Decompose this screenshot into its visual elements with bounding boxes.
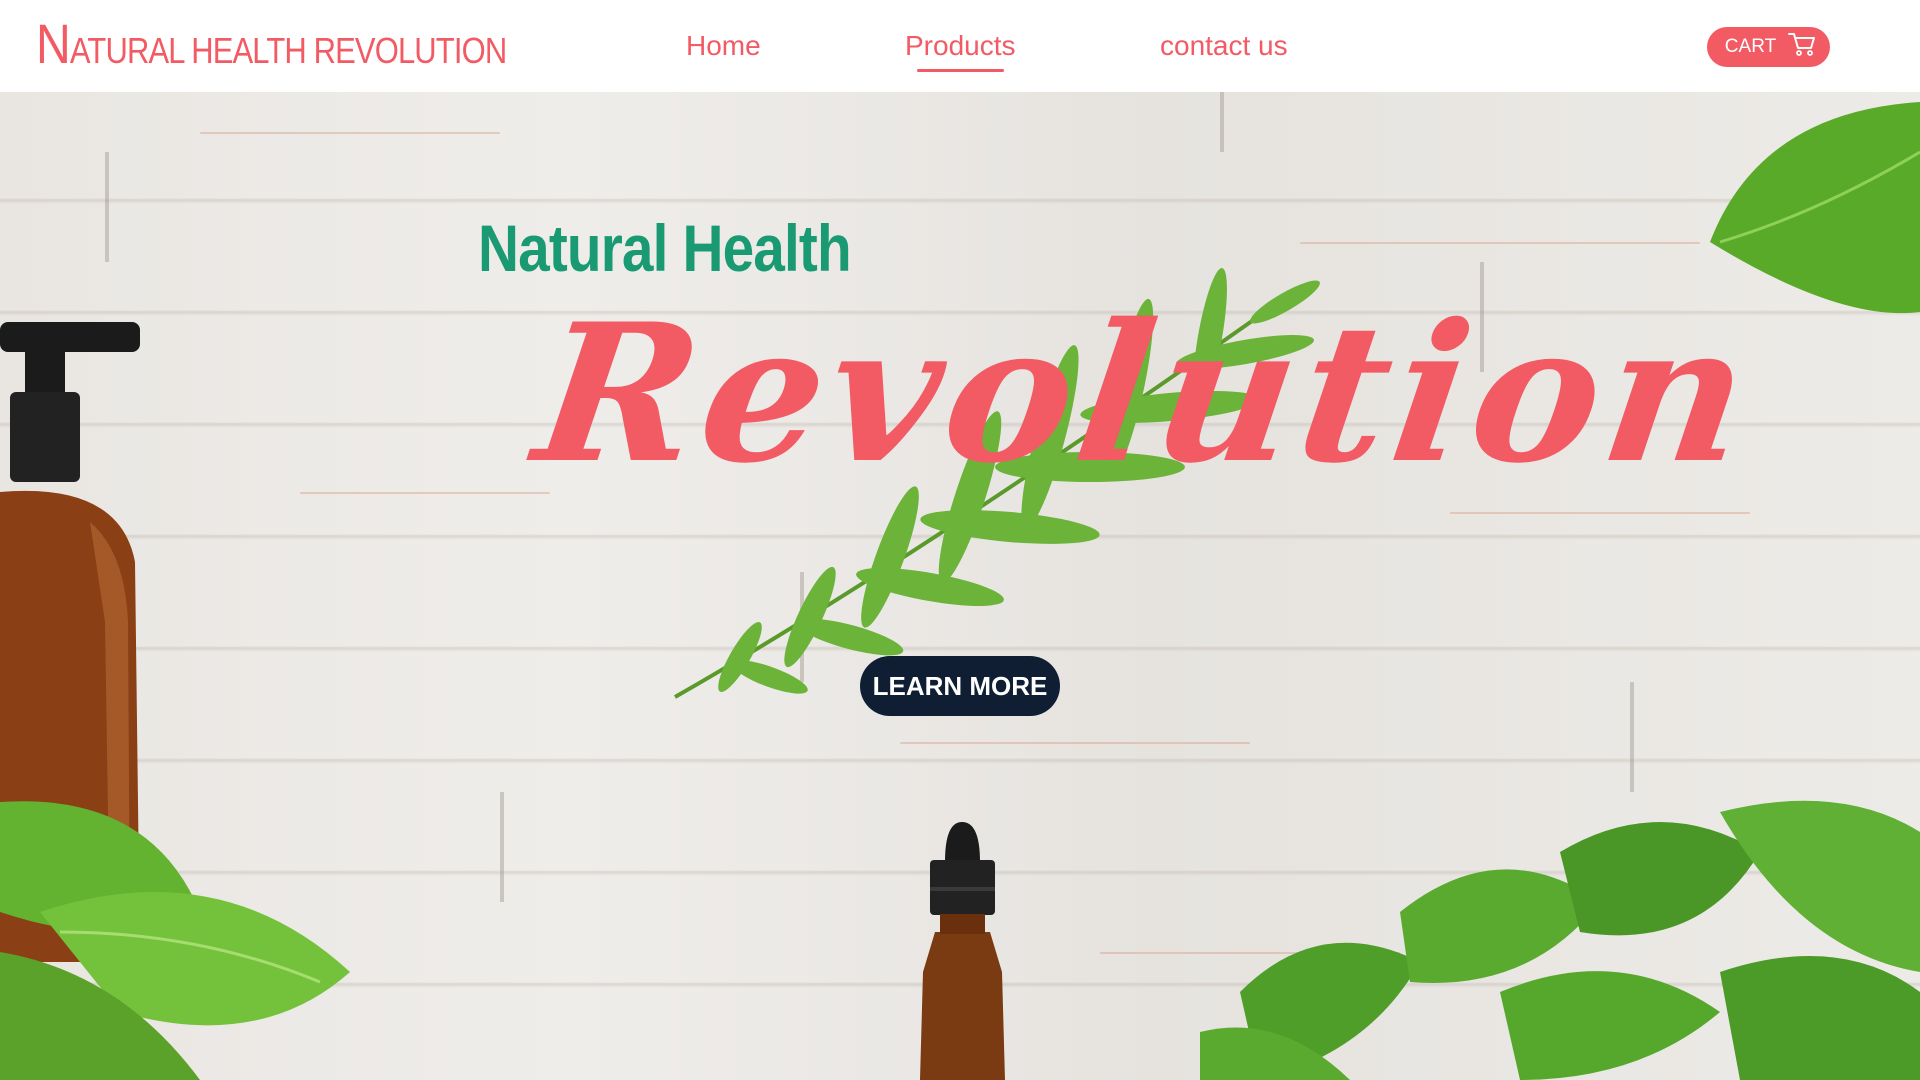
- logo-text: ATURAL HEALTH REVOLUTION: [69, 30, 507, 71]
- nav-home-link[interactable]: Home: [686, 24, 761, 74]
- logo-initial: N: [36, 12, 71, 75]
- nav-contact-link[interactable]: contact us: [1160, 24, 1288, 74]
- wood-seam: [1220, 92, 1224, 152]
- site-header: NATURAL HEALTH REVOLUTION Home Products …: [0, 0, 1920, 92]
- wood-seam: [105, 152, 109, 262]
- wood-seam: [1630, 682, 1634, 792]
- wood-seam: [500, 792, 504, 902]
- wood-grain: [300, 492, 550, 494]
- wood-grain: [200, 132, 500, 134]
- cart-button[interactable]: CART: [1707, 27, 1830, 67]
- site-logo[interactable]: NATURAL HEALTH REVOLUTION: [36, 16, 507, 72]
- leaves-icon: [0, 801, 350, 1080]
- learn-more-button[interactable]: LEARN MORE: [860, 656, 1060, 716]
- wood-grain: [900, 742, 1250, 744]
- wood-grain: [1450, 512, 1750, 514]
- hero-section: Natural Health Revolution LEARN MORE: [0, 92, 1920, 1080]
- leaves-icon: [1200, 800, 1920, 1080]
- cart-label: CART: [1724, 36, 1777, 57]
- wood-grain: [1300, 242, 1700, 244]
- dropper-bottle-icon: [920, 822, 1005, 1080]
- nav-products-link[interactable]: Products: [905, 24, 1016, 74]
- hero-title-big: Revolution: [524, 282, 1767, 505]
- cart-icon: [1788, 31, 1816, 63]
